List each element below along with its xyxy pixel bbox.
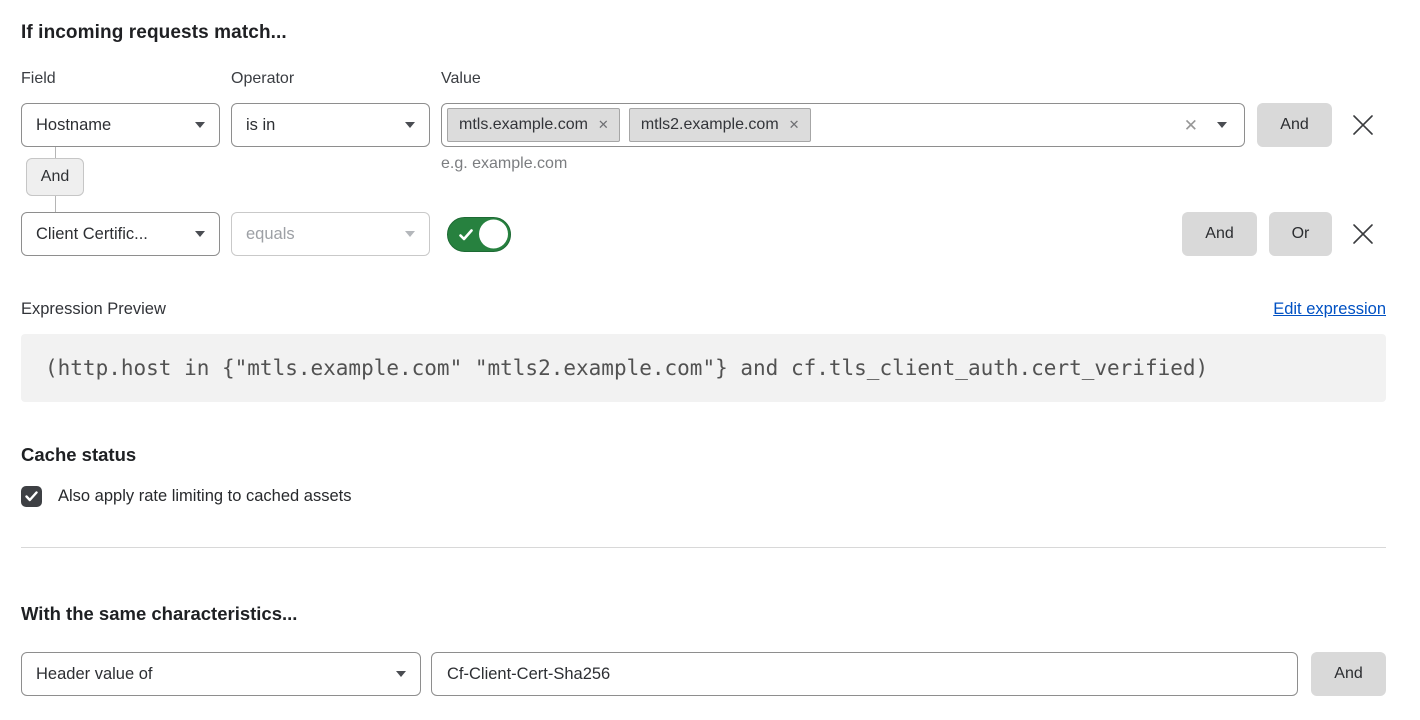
checkmark-icon bbox=[25, 491, 38, 502]
value-tag: mtls2.example.com ✕ bbox=[629, 108, 811, 142]
match-row-2: Client Certific... equals And Or bbox=[21, 212, 1386, 256]
value-multiselect[interactable]: mtls.example.com ✕ mtls2.example.com ✕ ✕ bbox=[441, 103, 1245, 147]
value-tag: mtls.example.com ✕ bbox=[447, 108, 620, 142]
clear-values-icon[interactable]: ✕ bbox=[1184, 117, 1198, 134]
value-hint-text: e.g. example.com bbox=[441, 155, 567, 173]
rate-limiting-rule-form: If incoming requests match... Field Oper… bbox=[0, 0, 1420, 720]
characteristic-select-value: Header value of bbox=[36, 665, 386, 684]
and-connector-button[interactable]: And bbox=[26, 158, 84, 196]
operator-select-1[interactable]: is in bbox=[231, 103, 430, 147]
value-tag-text: mtls.example.com bbox=[459, 116, 588, 134]
match-column-labels: Field Operator Value bbox=[21, 70, 1386, 88]
add-and-condition-button[interactable]: And bbox=[1257, 103, 1332, 147]
field-label: Field bbox=[21, 70, 231, 88]
field-select-2[interactable]: Client Certific... bbox=[21, 212, 220, 256]
checkmark-icon bbox=[459, 229, 473, 241]
cert-verified-toggle[interactable] bbox=[447, 217, 511, 252]
operator-label: Operator bbox=[231, 70, 441, 88]
value-tag-text: mtls2.example.com bbox=[641, 116, 779, 134]
characteristic-select[interactable]: Header value of bbox=[21, 652, 421, 696]
condition-connector-zone: And e.g. example.com bbox=[21, 147, 1386, 212]
remove-tag-icon[interactable]: ✕ bbox=[598, 117, 609, 133]
cached-assets-checkbox[interactable] bbox=[21, 486, 42, 507]
chevron-down-icon bbox=[405, 231, 415, 237]
chevron-down-icon bbox=[396, 671, 406, 677]
characteristics-row: Header value of And bbox=[21, 652, 1386, 696]
chevron-down-icon bbox=[195, 231, 205, 237]
expression-code-block: (http.host in {"mtls.example.com" "mtls2… bbox=[21, 334, 1386, 402]
chevron-down-icon bbox=[405, 122, 415, 128]
connector-line bbox=[55, 147, 56, 158]
section-divider bbox=[21, 547, 1386, 548]
chevron-down-icon bbox=[195, 122, 205, 128]
close-icon bbox=[1352, 223, 1374, 245]
operator-select-2: equals bbox=[231, 212, 430, 256]
operator-select-2-value: equals bbox=[246, 225, 395, 244]
add-and-condition-button-2[interactable]: And bbox=[1182, 212, 1257, 256]
connector-line bbox=[55, 196, 56, 212]
header-name-input[interactable] bbox=[431, 652, 1298, 696]
add-characteristic-button[interactable]: And bbox=[1311, 652, 1386, 696]
cache-checkbox-row: Also apply rate limiting to cached asset… bbox=[21, 486, 1386, 507]
operator-select-1-value: is in bbox=[246, 116, 395, 135]
delete-condition-button[interactable] bbox=[1340, 223, 1386, 245]
expression-preview-header: Expression Preview Edit expression bbox=[21, 300, 1386, 319]
characteristics-heading: With the same characteristics... bbox=[21, 603, 1386, 625]
chevron-down-icon[interactable] bbox=[1217, 122, 1227, 128]
expression-code-text: (http.host in {"mtls.example.com" "mtls2… bbox=[45, 356, 1208, 380]
toggle-knob bbox=[479, 220, 508, 249]
delete-condition-button[interactable] bbox=[1340, 114, 1386, 136]
cache-status-heading: Cache status bbox=[21, 444, 1386, 466]
field-select-2-value: Client Certific... bbox=[36, 225, 185, 244]
match-row-1: Hostname is in mtls.example.com ✕ mtls2.… bbox=[21, 103, 1386, 147]
value-label: Value bbox=[441, 70, 651, 88]
expression-preview-label: Expression Preview bbox=[21, 300, 166, 319]
incoming-requests-heading: If incoming requests match... bbox=[21, 22, 1386, 44]
cached-assets-checkbox-label: Also apply rate limiting to cached asset… bbox=[58, 487, 351, 506]
close-icon bbox=[1352, 114, 1374, 136]
field-select-1-value: Hostname bbox=[36, 116, 185, 135]
field-select-1[interactable]: Hostname bbox=[21, 103, 220, 147]
remove-tag-icon[interactable]: ✕ bbox=[789, 117, 800, 133]
add-or-condition-button[interactable]: Or bbox=[1269, 212, 1332, 256]
edit-expression-link[interactable]: Edit expression bbox=[1273, 300, 1386, 319]
